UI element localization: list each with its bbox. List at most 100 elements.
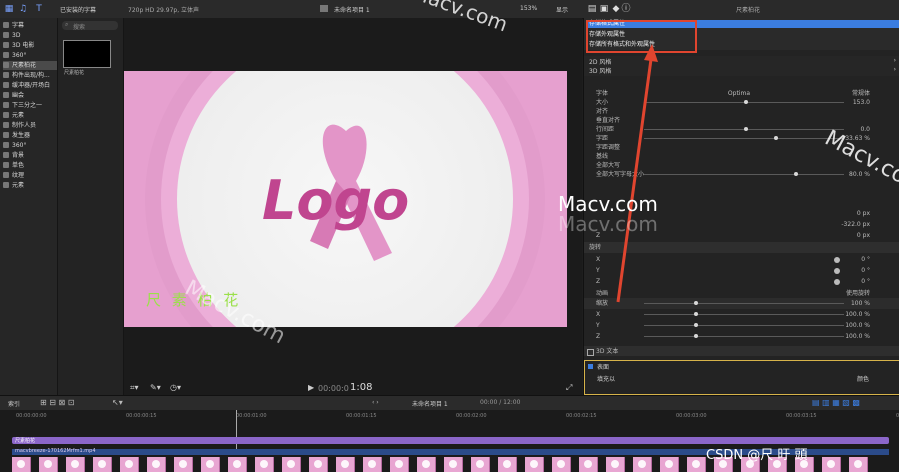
sidebar-item[interactable]: 缓冲器/开场白 (3, 81, 57, 90)
property-value[interactable]: 0 px (857, 230, 870, 241)
property-value[interactable]: 0 ° (861, 276, 870, 287)
append-icon[interactable]: ⊞ ⊟ ⊠ ⊡ (40, 398, 74, 407)
title-clip[interactable]: 尺素柏花 (12, 437, 889, 444)
scale-row[interactable]: Z 100.0 % (584, 331, 899, 342)
frame-circle (125, 460, 133, 468)
sidebar-item[interactable]: 幽会 (3, 91, 57, 100)
rotation-dial-icon[interactable] (834, 268, 840, 274)
property-slider[interactable] (644, 100, 844, 104)
text3d-row[interactable]: 3D 文本 (584, 346, 899, 356)
property-slider[interactable] (644, 301, 844, 305)
filmstrip-frame (282, 457, 301, 472)
slider-knob[interactable] (774, 136, 778, 140)
sidebar-item[interactable]: 发生器 (3, 131, 57, 140)
filmstrip-frame (174, 457, 193, 472)
library-icon[interactable]: ▦ (4, 4, 14, 14)
sidebar-item[interactable]: 背景 (3, 151, 57, 160)
frame-circle (422, 460, 430, 468)
rotation-dial-icon[interactable] (834, 257, 840, 263)
rotation-dial-icon[interactable] (834, 279, 840, 285)
folder-icon (3, 182, 9, 188)
scale-row[interactable]: Y 100.0 % (584, 320, 899, 331)
slider-knob[interactable] (744, 100, 748, 104)
ruler-tick-label: 00:00:01:00 (236, 413, 267, 419)
slider-knob[interactable] (794, 172, 798, 176)
index-button[interactable]: 索引 (8, 399, 20, 408)
property-value[interactable]: -322.0 px (841, 219, 870, 230)
video-inspector-icon[interactable]: ▣ (599, 4, 609, 14)
search-field[interactable]: ⌕ 搜索 (62, 21, 118, 31)
property-slider[interactable] (644, 334, 844, 338)
filmstrip-frame (66, 457, 85, 472)
speed-icon[interactable]: ◷▾ (170, 383, 181, 392)
property-value[interactable]: 100.0 % (845, 309, 870, 320)
timecode-prefix: 00:00:0 (318, 384, 349, 393)
text-inspector-icon[interactable]: ▤ (587, 4, 597, 14)
slider-knob[interactable] (694, 301, 698, 305)
clapper-icon (320, 5, 328, 12)
property-slider[interactable] (644, 323, 844, 327)
title-thumbnail[interactable] (63, 40, 111, 68)
ruler-tick-label: 00:00:02:00 (456, 413, 487, 419)
sidebar-item[interactable]: 元素 (3, 181, 57, 190)
sidebar-item[interactable]: 360° (3, 141, 57, 150)
wand-icon[interactable]: ✎▾ (150, 383, 161, 392)
library-label[interactable]: 已安装的字幕 (60, 5, 96, 14)
filter-icon[interactable]: ◆ (611, 4, 621, 14)
property-value[interactable]: 100 % (851, 298, 870, 309)
play-button[interactable]: ▶ (308, 383, 314, 392)
photos-icon[interactable]: ♫ (18, 4, 28, 14)
sidebar-item-label: 制作人员 (12, 122, 37, 129)
sidebar-item-label: 360° (12, 142, 27, 149)
property-slider[interactable] (644, 172, 844, 176)
sidebar-item-label: 缓冲器/开场白 (12, 82, 51, 89)
face-checkbox[interactable] (588, 364, 593, 369)
audio-icons[interactable]: ▤ ▥ ▦ ▧ ▩ (812, 398, 860, 407)
view-menu[interactable]: 显示 (556, 5, 568, 14)
sidebar-item[interactable]: 纹理 (3, 171, 57, 180)
info-icon[interactable]: ⓘ (621, 4, 631, 14)
style-chevron-icon[interactable]: › (894, 57, 896, 64)
property-slider[interactable] (644, 136, 844, 140)
property-value[interactable]: 100.0 % (845, 331, 870, 342)
filmstrip-frame (201, 457, 220, 472)
transform-tool-icon[interactable]: ⌗▾ (130, 383, 139, 393)
fullscreen-icon[interactable]: ⤢ (566, 383, 572, 393)
property-value[interactable]: 0 ° (861, 265, 870, 276)
slider-knob[interactable] (694, 323, 698, 327)
sidebar-item[interactable]: 单色 (3, 161, 57, 170)
sidebar-item[interactable]: 元素 (3, 111, 57, 120)
sidebar-item[interactable]: 下三分之一 (3, 101, 57, 110)
nav-back-icon[interactable]: ‹ › (372, 399, 379, 406)
slider-knob[interactable] (694, 334, 698, 338)
slider-knob[interactable] (744, 127, 748, 131)
property-value[interactable]: 0 ° (861, 254, 870, 265)
scale-row[interactable]: X 100.0 % (584, 309, 899, 320)
timeline-project[interactable]: 未命名项目 1 (412, 399, 448, 408)
zoom-selector[interactable]: 153% (520, 5, 537, 12)
property-slider[interactable] (644, 127, 844, 131)
property-slider[interactable] (644, 312, 844, 316)
folder-icon (3, 72, 9, 78)
titles-browser: ⌕ 搜索 尺素柏花 (58, 18, 124, 395)
filmstrip-frame (255, 457, 274, 472)
select-tool-icon[interactable]: ↖▾ (112, 398, 123, 407)
sidebar-item[interactable]: 360° (3, 51, 57, 60)
frame-circle (530, 460, 538, 468)
sidebar-item[interactable]: 尺素柏花 (3, 61, 57, 70)
text3d-checkbox[interactable] (587, 349, 594, 356)
fill-value[interactable]: 颜色 (857, 374, 869, 383)
frame-circle (584, 460, 592, 468)
sidebar-item[interactable]: 3D 电影 (3, 41, 57, 50)
style-chevron-icon[interactable]: › (894, 66, 896, 73)
property-value[interactable]: 0 px (857, 208, 870, 219)
sidebar-item[interactable]: 构件出现/构... (3, 71, 57, 80)
filmstrip-frame (120, 457, 139, 472)
titles-icon[interactable]: T (34, 4, 44, 14)
sidebar-item[interactable]: 字幕 (3, 21, 57, 30)
playhead[interactable] (236, 410, 237, 450)
slider-knob[interactable] (694, 312, 698, 316)
property-value[interactable]: 100.0 % (845, 320, 870, 331)
sidebar-item[interactable]: 3D (3, 31, 57, 40)
sidebar-item[interactable]: 制作人员 (3, 121, 57, 130)
